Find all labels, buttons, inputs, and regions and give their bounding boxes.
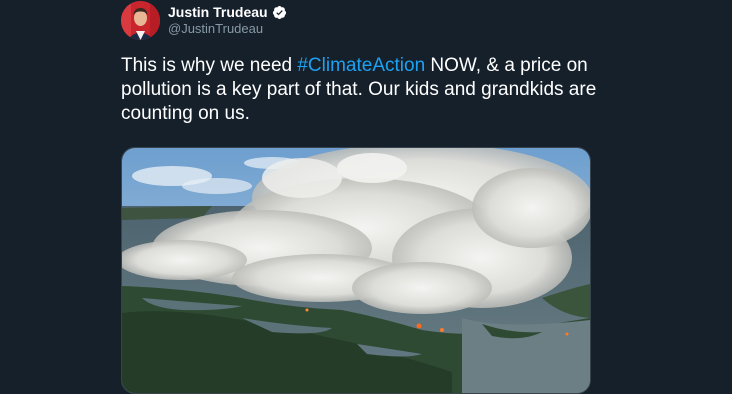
tweet-card: Justin Trudeau @JustinTrudeau This is wh… — [0, 0, 732, 394]
author-handle[interactable]: @JustinTrudeau — [168, 21, 263, 37]
verified-badge-icon — [272, 5, 286, 20]
author-display-name[interactable]: Justin Trudeau — [168, 4, 268, 21]
avatar[interactable] — [121, 1, 160, 40]
author-name-row[interactable]: Justin Trudeau — [168, 4, 287, 21]
tweet-text-start: This is why we need — [121, 55, 298, 76]
tweet-media-photo[interactable] — [121, 147, 591, 394]
tweet-text: This is why we need #ClimateAction NOW, … — [121, 54, 626, 126]
hashtag-link[interactable]: #ClimateAction — [297, 55, 425, 76]
forest-fire-smoke-photo-icon — [122, 148, 590, 393]
profile-photo-avatar-icon — [121, 1, 160, 40]
